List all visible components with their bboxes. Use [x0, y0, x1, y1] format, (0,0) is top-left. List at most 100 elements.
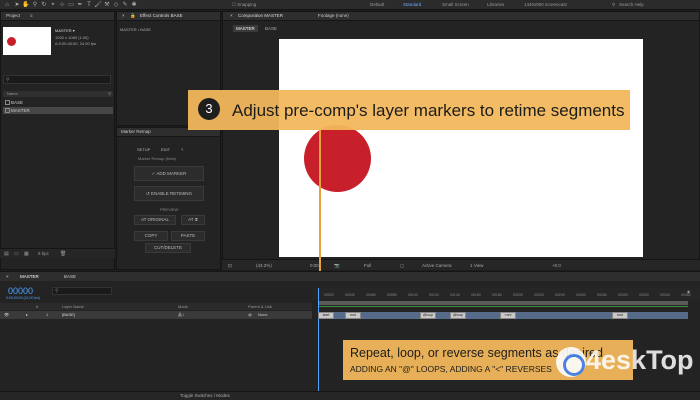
timeline-timecode-sub: 0:00:00:00 (24.00 fps) [6, 296, 41, 300]
comp-breadcrumb-base[interactable]: BASE [265, 26, 277, 31]
project-search-input[interactable]: ⚲ [3, 75, 111, 84]
visibility-eye-icon[interactable]: 👁 [4, 312, 9, 317]
cut-delete-button[interactable]: CUT/DELETE [145, 243, 191, 253]
composition-footer: ⊡ (43.2%) 0:00 📷 Full ▢ Active Camera 1 … [222, 259, 700, 270]
timeline-timecode[interactable]: 00000 [8, 286, 33, 296]
layer-marker[interactable]: end [612, 312, 628, 319]
layer-marker[interactable]: start [318, 312, 334, 319]
toggle-switches-modes[interactable]: Toggle Switches / Modes [180, 393, 230, 398]
close-icon[interactable]: × [230, 13, 233, 18]
trash-icon[interactable]: 🗑 [60, 251, 66, 257]
pickwhip-icon[interactable]: @ [248, 312, 252, 317]
layer-marker[interactable]: end [345, 312, 361, 319]
mode-header: Mode [178, 304, 189, 309]
paste-button[interactable]: PASTE [171, 231, 205, 241]
work-area-bar[interactable] [318, 301, 688, 305]
playhead[interactable] [318, 288, 319, 391]
timeline-tab-base[interactable]: BASE [64, 274, 76, 279]
enable-retiming-button[interactable]: ↺ ENABLE RETIMING [134, 186, 204, 201]
project-item-master[interactable]: MASTER [3, 107, 113, 114]
text-tool-icon[interactable]: T [85, 1, 93, 9]
comp-marker-bin-icon[interactable]: ◆ [687, 289, 690, 294]
expand-arrow-icon[interactable]: ▸ [26, 312, 28, 317]
at-other-button[interactable]: AT ⧗ [181, 215, 205, 225]
snapping-checkbox[interactable]: ☐ Snapping [232, 2, 256, 8]
views-dropdown[interactable]: 1 View [470, 263, 483, 268]
rotate-tool-icon[interactable]: ↻ [40, 1, 48, 9]
active-camera-dropdown[interactable]: Active Camera [422, 263, 452, 268]
close-icon[interactable]: × [122, 13, 125, 18]
puppet-tool-icon[interactable]: ✱ [130, 1, 138, 9]
eraser-tool-icon[interactable]: ◇ [112, 1, 120, 9]
workspace-small-screen[interactable]: Small Screen [442, 2, 469, 7]
region-of-interest-icon[interactable]: ▢ [400, 263, 404, 269]
red-circle-layer[interactable] [304, 125, 371, 192]
project-bottom-bar: ▤ ▭ ▦ 8 bpc 🗑 [0, 248, 115, 258]
brush-tool-icon[interactable]: 🖌 [94, 1, 102, 9]
step-number-badge: 3 [198, 98, 220, 120]
tab-help[interactable]: ? [181, 147, 183, 152]
comp-name[interactable]: MASTER ▾ [55, 28, 75, 33]
switches-icon[interactable]: ⁂ / [178, 312, 184, 317]
tab-setup[interactable]: SETUP [137, 147, 150, 152]
copy-button[interactable]: COPY [134, 231, 168, 241]
hand-tool-icon[interactable]: ✋ [22, 1, 30, 9]
snapshot-icon[interactable]: 📷 [334, 263, 340, 269]
zoom-tool-icon[interactable]: ⚲ [31, 1, 39, 9]
composition-tabbar [223, 12, 699, 21]
search-icon[interactable]: ⚲ [612, 2, 615, 8]
zoom-dropdown[interactable]: (43.2%) [256, 263, 272, 268]
project-tab[interactable]: Project [6, 13, 20, 18]
interpret-footage-icon[interactable]: ▤ [4, 251, 9, 257]
at-original-button[interactable]: AT ORIGINAL [134, 215, 176, 225]
composition-tab[interactable]: Composition MASTER [238, 13, 283, 18]
pan-behind-tool-icon[interactable]: ⊹ [58, 1, 66, 9]
layer-marker[interactable]: @loop [420, 312, 436, 319]
comp-breadcrumb-master[interactable]: MASTER [233, 25, 258, 32]
layer-index: 1 [46, 312, 49, 317]
sort-icon[interactable]: ⚲ [108, 91, 111, 96]
lock-icon[interactable]: 🔒 [130, 13, 136, 19]
layer-marker[interactable]: <rev [500, 312, 516, 319]
panel-menu-icon[interactable]: ≡ [30, 13, 33, 18]
marker-remap-tab[interactable]: Marker Remap [121, 129, 151, 134]
parent-dropdown[interactable]: None [258, 312, 268, 317]
layer-marker[interactable]: @loop [450, 312, 466, 319]
resolution-dropdown[interactable]: Full [364, 263, 371, 268]
effect-controls-tab[interactable]: Effect Controls BASE [140, 13, 183, 18]
tab-edit[interactable]: EDIT [161, 147, 170, 152]
exposure-value[interactable]: +0.0 [552, 263, 561, 268]
ruler-tick: 00060 [366, 293, 376, 297]
footage-tab[interactable]: Footage (none) [318, 13, 349, 18]
workspace-standard[interactable]: Standard [403, 2, 421, 7]
add-marker-button[interactable]: ✓ ADD MARKER [134, 166, 204, 181]
timeline-search-input[interactable]: ⚲ [52, 287, 112, 295]
new-comp-icon[interactable]: ▦ [24, 251, 29, 257]
new-folder-icon[interactable]: ▭ [14, 251, 19, 257]
selection-tool-icon[interactable]: ➤ [13, 1, 21, 9]
pen-tool-icon[interactable]: ✒ [76, 1, 84, 9]
layer-row[interactable]: 👁 ▸ 1 [BASE] ⁂ / @ None [0, 311, 312, 319]
camera-tool-icon[interactable]: ⌖ [49, 1, 57, 9]
ruler-tick: 00280 [597, 293, 607, 297]
workspace-default[interactable]: Default [370, 2, 384, 7]
time-ruler[interactable]: 00020 00040 00060 00080 00100 00120 00140 00160… [312, 288, 700, 300]
project-column-header: Name ⚲ [3, 91, 113, 97]
comp-size: 1920 x 1080 (1.00) [55, 35, 89, 40]
rectangle-tool-icon[interactable]: ▭ [67, 1, 75, 9]
roto-brush-tool-icon[interactable]: ✎ [121, 1, 129, 9]
tip-callout-subtext: ADDING AN "@" LOOPS, ADDING A "<" REVERS… [350, 364, 552, 374]
workspace-libraries[interactable]: Libraries [487, 2, 504, 7]
home-icon[interactable]: ⌂ [3, 1, 11, 9]
bit-depth-toggle[interactable]: 8 bpc [38, 251, 49, 256]
search-help-input[interactable]: Search Help [619, 2, 644, 7]
current-time[interactable]: 0:00 [310, 263, 319, 268]
timeline-tab-master[interactable]: MASTER [20, 274, 39, 279]
ruler-tick: 00140 [450, 293, 460, 297]
layer-name[interactable]: [BASE] [62, 312, 75, 317]
project-item-base[interactable]: BASE [3, 99, 113, 106]
clone-stamp-tool-icon[interactable]: ⚒ [103, 1, 111, 9]
workspace-screencast[interactable]: 1440x900 screencast [524, 2, 567, 7]
close-icon[interactable]: × [6, 274, 9, 279]
magnification-icon[interactable]: ⊡ [228, 263, 232, 269]
